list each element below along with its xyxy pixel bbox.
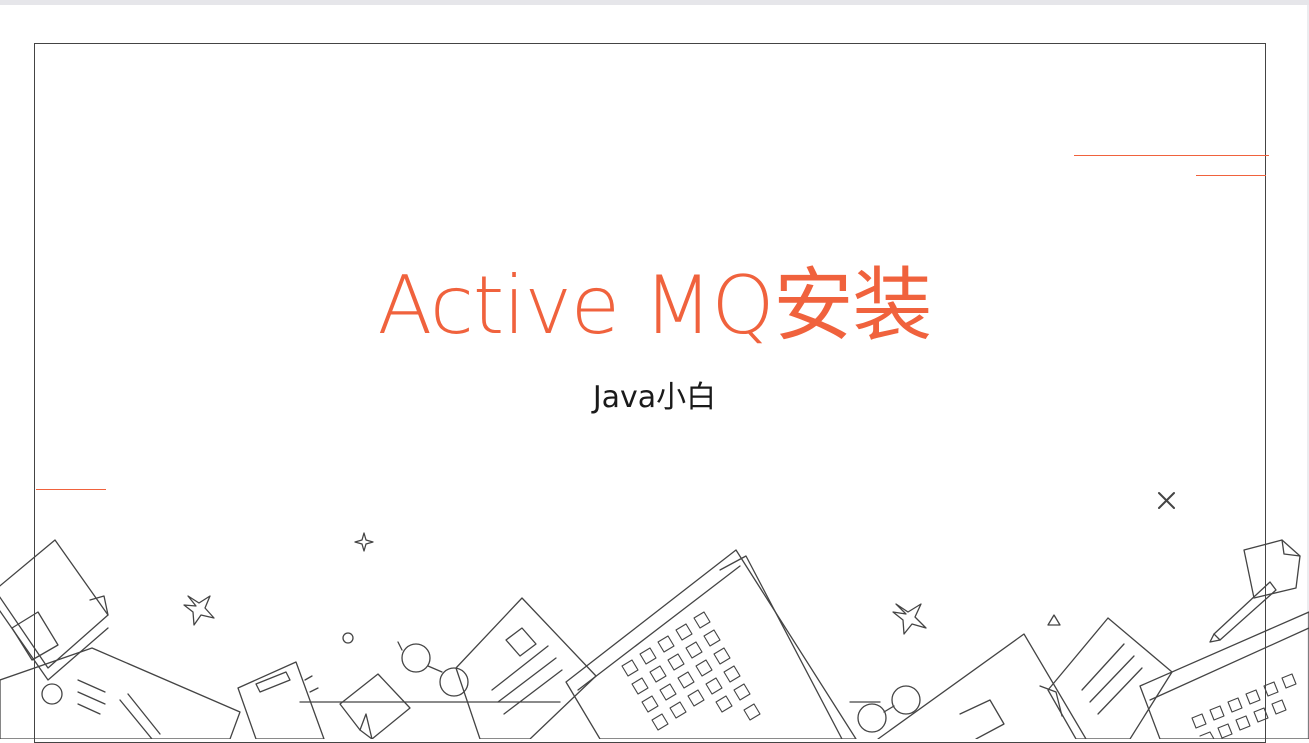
desk-doodle-illustration: [0, 492, 1309, 739]
phone-doodle: [237, 661, 325, 739]
book-doodle: [0, 647, 241, 739]
star-icon: [892, 603, 927, 635]
notebook-doodle: [0, 539, 109, 681]
keyboard-doodle: [1139, 611, 1309, 739]
sticky-note-doodle: [339, 673, 411, 739]
close-x-icon: [1158, 492, 1175, 509]
paper-doodle: [455, 597, 597, 739]
triangle-icon: [1047, 614, 1061, 626]
glasses-doodle: [857, 685, 921, 733]
sparkle-icon: [354, 532, 374, 552]
pen-doodle: [1209, 539, 1301, 643]
keyboard-doodle: [565, 549, 857, 739]
star-icon: [183, 595, 215, 626]
glasses-doodle: [397, 641, 469, 697]
circle-icon: [342, 632, 354, 644]
